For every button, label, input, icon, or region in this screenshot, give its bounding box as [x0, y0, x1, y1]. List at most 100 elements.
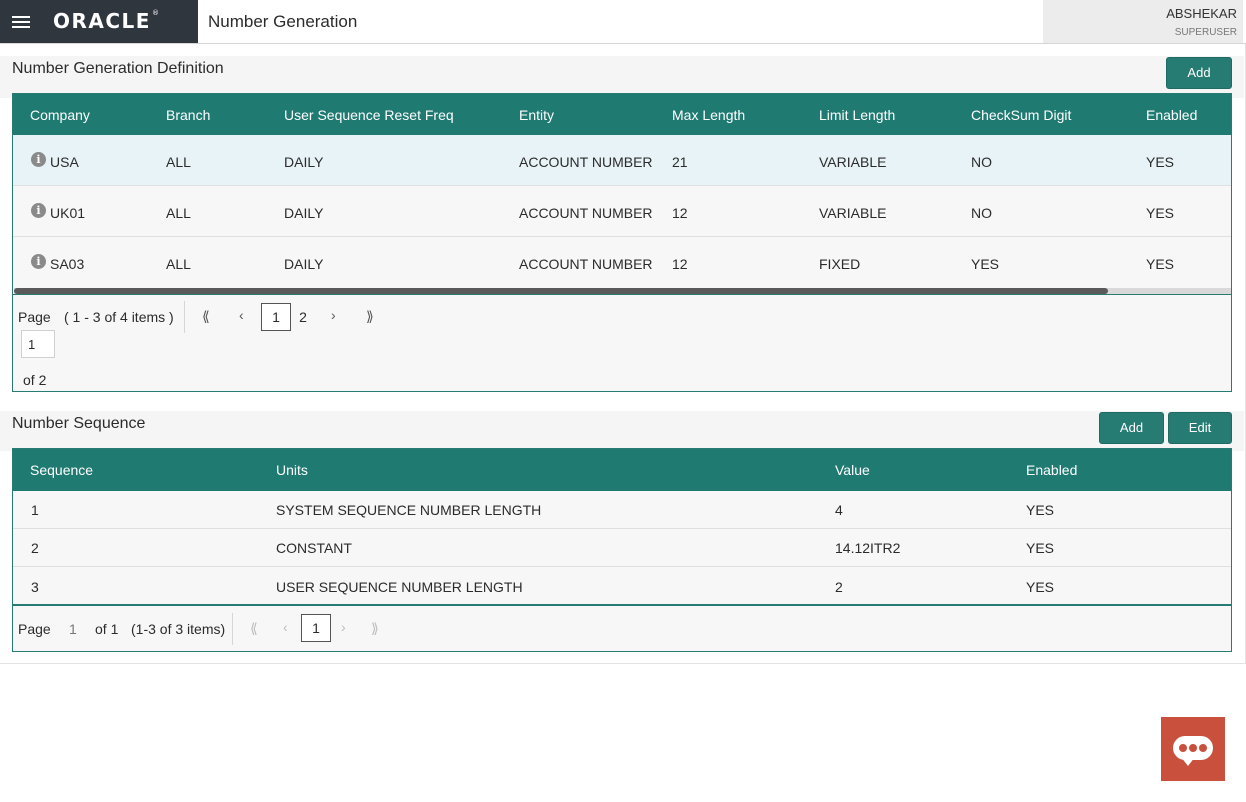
sequence-pager: Page 1 of 1 (1-3 of 3 items) ⟪ ‹ 1 › ⟫ [12, 605, 1232, 652]
col-branch[interactable]: Branch [166, 107, 210, 123]
cell-reset-freq: DAILY [284, 154, 324, 170]
definition-section-header: Number Generation Definition Add [0, 56, 1244, 98]
cell-value: 2 [835, 579, 843, 595]
cell-branch: ALL [166, 205, 191, 221]
first-page-icon[interactable]: ⟪ [250, 620, 258, 637]
cell-company: UK01 [50, 205, 86, 221]
col-enabled[interactable]: Enabled [1146, 107, 1197, 123]
oracle-logo: ORACLE® [53, 9, 159, 33]
chat-button[interactable] [1161, 717, 1225, 781]
pager-current-page[interactable]: 1 [69, 621, 77, 637]
cell-enabled: YES [1026, 579, 1055, 595]
table-row[interactable]: i USA ALL DAILY ACCOUNT NUMBER 21 VARIAB… [13, 135, 1231, 186]
cell-enabled: YES [1026, 502, 1055, 518]
cell-max-length: 12 [672, 256, 688, 272]
sequence-table-header: Sequence Units Value Enabled [13, 449, 1231, 491]
sequence-section-header: Number Sequence Add Edit [0, 411, 1244, 451]
col-entity[interactable]: Entity [519, 107, 554, 123]
pager-page-label: Page [18, 309, 51, 325]
last-page-icon[interactable]: ⟫ [371, 620, 379, 637]
prev-page-icon[interactable]: ‹ [239, 307, 244, 323]
definition-table: Company Branch User Sequence Reset Freq … [12, 93, 1232, 295]
page-2-button[interactable]: 2 [296, 309, 310, 325]
cell-sequence: 2 [31, 540, 39, 556]
definition-pager: Page ( 1 - 3 of 4 items ) ⟪ ‹ 1 2 › ⟫ of… [12, 295, 1232, 392]
cell-branch: ALL [166, 256, 191, 272]
definition-table-header: Company Branch User Sequence Reset Freq … [13, 94, 1231, 135]
cell-value: 4 [835, 502, 843, 518]
cell-entity: ACCOUNT NUMBER [519, 154, 653, 170]
pager-divider [184, 301, 185, 333]
table-row[interactable]: 2 CONSTANT 14.12ITR2 YES [13, 529, 1231, 567]
pager-of-text: of 2 [23, 372, 47, 388]
cell-limit-length: FIXED [819, 256, 861, 272]
cell-sequence: 3 [31, 579, 39, 595]
user-role: SUPERUSER [1174, 27, 1237, 38]
cell-enabled: YES [1146, 256, 1175, 272]
sequence-table: Sequence Units Value Enabled 1 SYSTEM SE… [12, 448, 1232, 605]
cell-max-length: 21 [672, 154, 688, 170]
last-page-icon[interactable]: ⟫ [366, 308, 374, 325]
cell-enabled: YES [1146, 154, 1175, 170]
pager-divider [232, 613, 233, 645]
pager-page-label: Page [18, 621, 51, 637]
pager-of-text: of 1 [95, 621, 119, 637]
col-checksum-digit[interactable]: CheckSum Digit [971, 107, 1071, 123]
info-icon[interactable]: i [31, 254, 46, 269]
cell-sequence: 1 [31, 502, 39, 518]
col-sequence[interactable]: Sequence [30, 462, 93, 478]
page-number-input[interactable] [21, 330, 55, 358]
cell-checksum: NO [971, 154, 992, 170]
sequence-edit-button[interactable]: Edit [1168, 412, 1232, 444]
pager-items-text: (1-3 of 3 items) [131, 621, 226, 637]
first-page-icon[interactable]: ⟪ [202, 308, 210, 325]
definition-section-title: Number Generation Definition [12, 60, 224, 77]
horizontal-scrollbar[interactable] [14, 288, 1231, 294]
col-value[interactable]: Value [835, 462, 870, 478]
table-row[interactable]: 3 USER SEQUENCE NUMBER LENGTH 2 YES [13, 567, 1231, 604]
cell-checksum: YES [971, 256, 1000, 272]
definition-add-button[interactable]: Add [1166, 57, 1232, 89]
main-content: Number Generation Definition Add Company… [0, 44, 1246, 664]
page-1-button[interactable]: 1 [261, 303, 291, 331]
col-reset-freq[interactable]: User Sequence Reset Freq [284, 107, 454, 123]
table-row[interactable]: i UK01 ALL DAILY ACCOUNT NUMBER 12 VARIA… [13, 186, 1231, 237]
col-company[interactable]: Company [30, 107, 90, 123]
cell-reset-freq: DAILY [284, 205, 324, 221]
cell-enabled: YES [1026, 540, 1055, 556]
page-1-button[interactable]: 1 [301, 614, 331, 642]
info-icon[interactable]: i [31, 203, 46, 218]
pager-items-text: ( 1 - 3 of 4 items ) [64, 309, 174, 325]
cell-entity: ACCOUNT NUMBER [519, 256, 653, 272]
cell-company: SA03 [50, 256, 85, 272]
cell-checksum: NO [971, 205, 992, 221]
page-title: Number Generation [208, 12, 358, 31]
cell-units: CONSTANT [276, 540, 352, 556]
sequence-section-title: Number Sequence [12, 415, 146, 432]
app-header: ORACLE® Number Generation ABSHEKAR SUPER… [0, 0, 1246, 44]
col-units[interactable]: Units [276, 462, 308, 478]
cell-entity: ACCOUNT NUMBER [519, 205, 653, 221]
cell-value: 14.12ITR2 [835, 540, 901, 556]
cell-units: SYSTEM SEQUENCE NUMBER LENGTH [276, 502, 542, 518]
col-limit-length[interactable]: Limit Length [819, 107, 895, 123]
table-row[interactable]: 1 SYSTEM SEQUENCE NUMBER LENGTH 4 YES [13, 491, 1231, 529]
brand-area: ORACLE® [0, 0, 198, 43]
hamburger-menu-icon[interactable] [12, 13, 34, 31]
cell-company: USA [50, 154, 79, 170]
col-max-length[interactable]: Max Length [672, 107, 745, 123]
cell-reset-freq: DAILY [284, 256, 324, 272]
next-page-icon[interactable]: › [331, 307, 336, 323]
next-page-icon[interactable]: › [341, 619, 346, 635]
cell-enabled: YES [1146, 205, 1175, 221]
sequence-add-button[interactable]: Add [1099, 412, 1164, 444]
cell-limit-length: VARIABLE [819, 205, 887, 221]
cell-max-length: 12 [672, 205, 688, 221]
col-enabled[interactable]: Enabled [1026, 462, 1077, 478]
user-name: ABSHEKAR [1166, 6, 1237, 21]
user-menu[interactable]: ABSHEKAR SUPERUSER [1043, 0, 1243, 43]
prev-page-icon[interactable]: ‹ [283, 619, 288, 635]
scrollbar-thumb[interactable] [14, 288, 1108, 294]
table-row[interactable]: i SA03 ALL DAILY ACCOUNT NUMBER 12 FIXED… [13, 237, 1231, 288]
info-icon[interactable]: i [31, 152, 46, 167]
